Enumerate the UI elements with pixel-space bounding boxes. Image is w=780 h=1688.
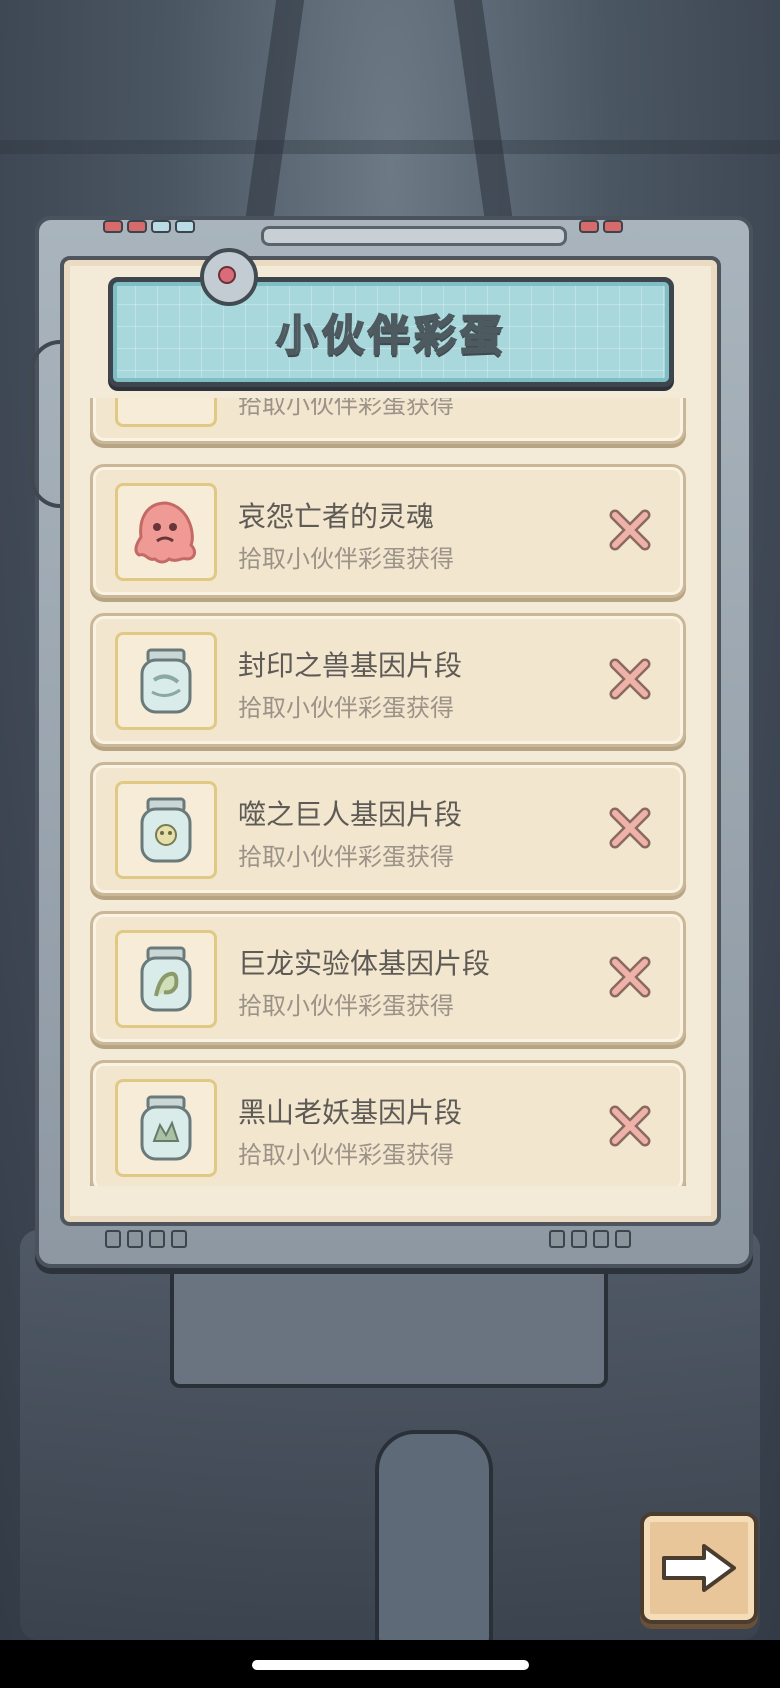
frame-rail: [261, 226, 567, 246]
dialog-title: 小伙伴彩蛋: [275, 310, 506, 361]
list-item[interactable]: 噬之巨人基因片段 拾取小伙伴彩蛋获得: [90, 762, 686, 896]
item-name: 哀怨亡者的灵魂: [238, 500, 435, 533]
home-indicator[interactable]: [252, 1660, 529, 1670]
item-subtitle: 拾取小伙伴彩蛋获得: [238, 992, 454, 1020]
list-item[interactable]: 巨龙实验体基因片段 拾取小伙伴彩蛋获得: [90, 911, 686, 1045]
x-mark-icon: [609, 807, 651, 849]
gene-jar-icon: [115, 930, 217, 1028]
x-mark-icon: [609, 509, 651, 551]
background-console: [170, 1260, 608, 1388]
gene-jar-icon: [115, 781, 217, 879]
right-arrow-icon: [662, 1544, 736, 1592]
x-mark-icon: [609, 658, 651, 700]
item-name: 巨龙实验体基因片段: [238, 947, 491, 980]
item-subtitle: 拾取小伙伴彩蛋获得: [238, 545, 454, 573]
list-item-partial[interactable]: 拾取小伙伴彩蛋获得: [90, 398, 686, 444]
list-item[interactable]: 封印之兽基因片段 拾取小伙伴彩蛋获得: [90, 613, 686, 747]
item-subtitle: 拾取小伙伴彩蛋获得: [238, 843, 454, 871]
gene-jar-icon: [115, 632, 217, 730]
x-mark-icon: [609, 956, 651, 998]
item-name: 噬之巨人基因片段: [238, 798, 463, 831]
item-icon-frame: [115, 398, 217, 427]
background-tank: [375, 1430, 493, 1648]
item-subtitle: 拾取小伙伴彩蛋获得: [238, 398, 454, 419]
gene-jar-icon: [115, 1079, 217, 1177]
easter-egg-list[interactable]: 拾取小伙伴彩蛋获得 哀怨亡者的灵魂 拾取小伙伴彩蛋获得 封印之兽基因片段 拾取小…: [86, 398, 686, 1186]
item-subtitle: 拾取小伙伴彩蛋获得: [238, 694, 454, 722]
dialog-title-plate: 小伙伴彩蛋: [108, 277, 674, 387]
indicator-light-icon: [200, 248, 258, 306]
next-button[interactable]: [640, 1512, 758, 1624]
list-item[interactable]: 黑山老妖基因片段 拾取小伙伴彩蛋获得: [90, 1060, 686, 1186]
pink-ghost-icon: [115, 483, 217, 581]
list-item[interactable]: 哀怨亡者的灵魂 拾取小伙伴彩蛋获得: [90, 464, 686, 598]
item-name: 封印之兽基因片段: [238, 649, 463, 682]
x-mark-icon: [609, 1105, 651, 1147]
item-name: 黑山老妖基因片段: [238, 1096, 463, 1129]
item-subtitle: 拾取小伙伴彩蛋获得: [238, 1141, 454, 1169]
